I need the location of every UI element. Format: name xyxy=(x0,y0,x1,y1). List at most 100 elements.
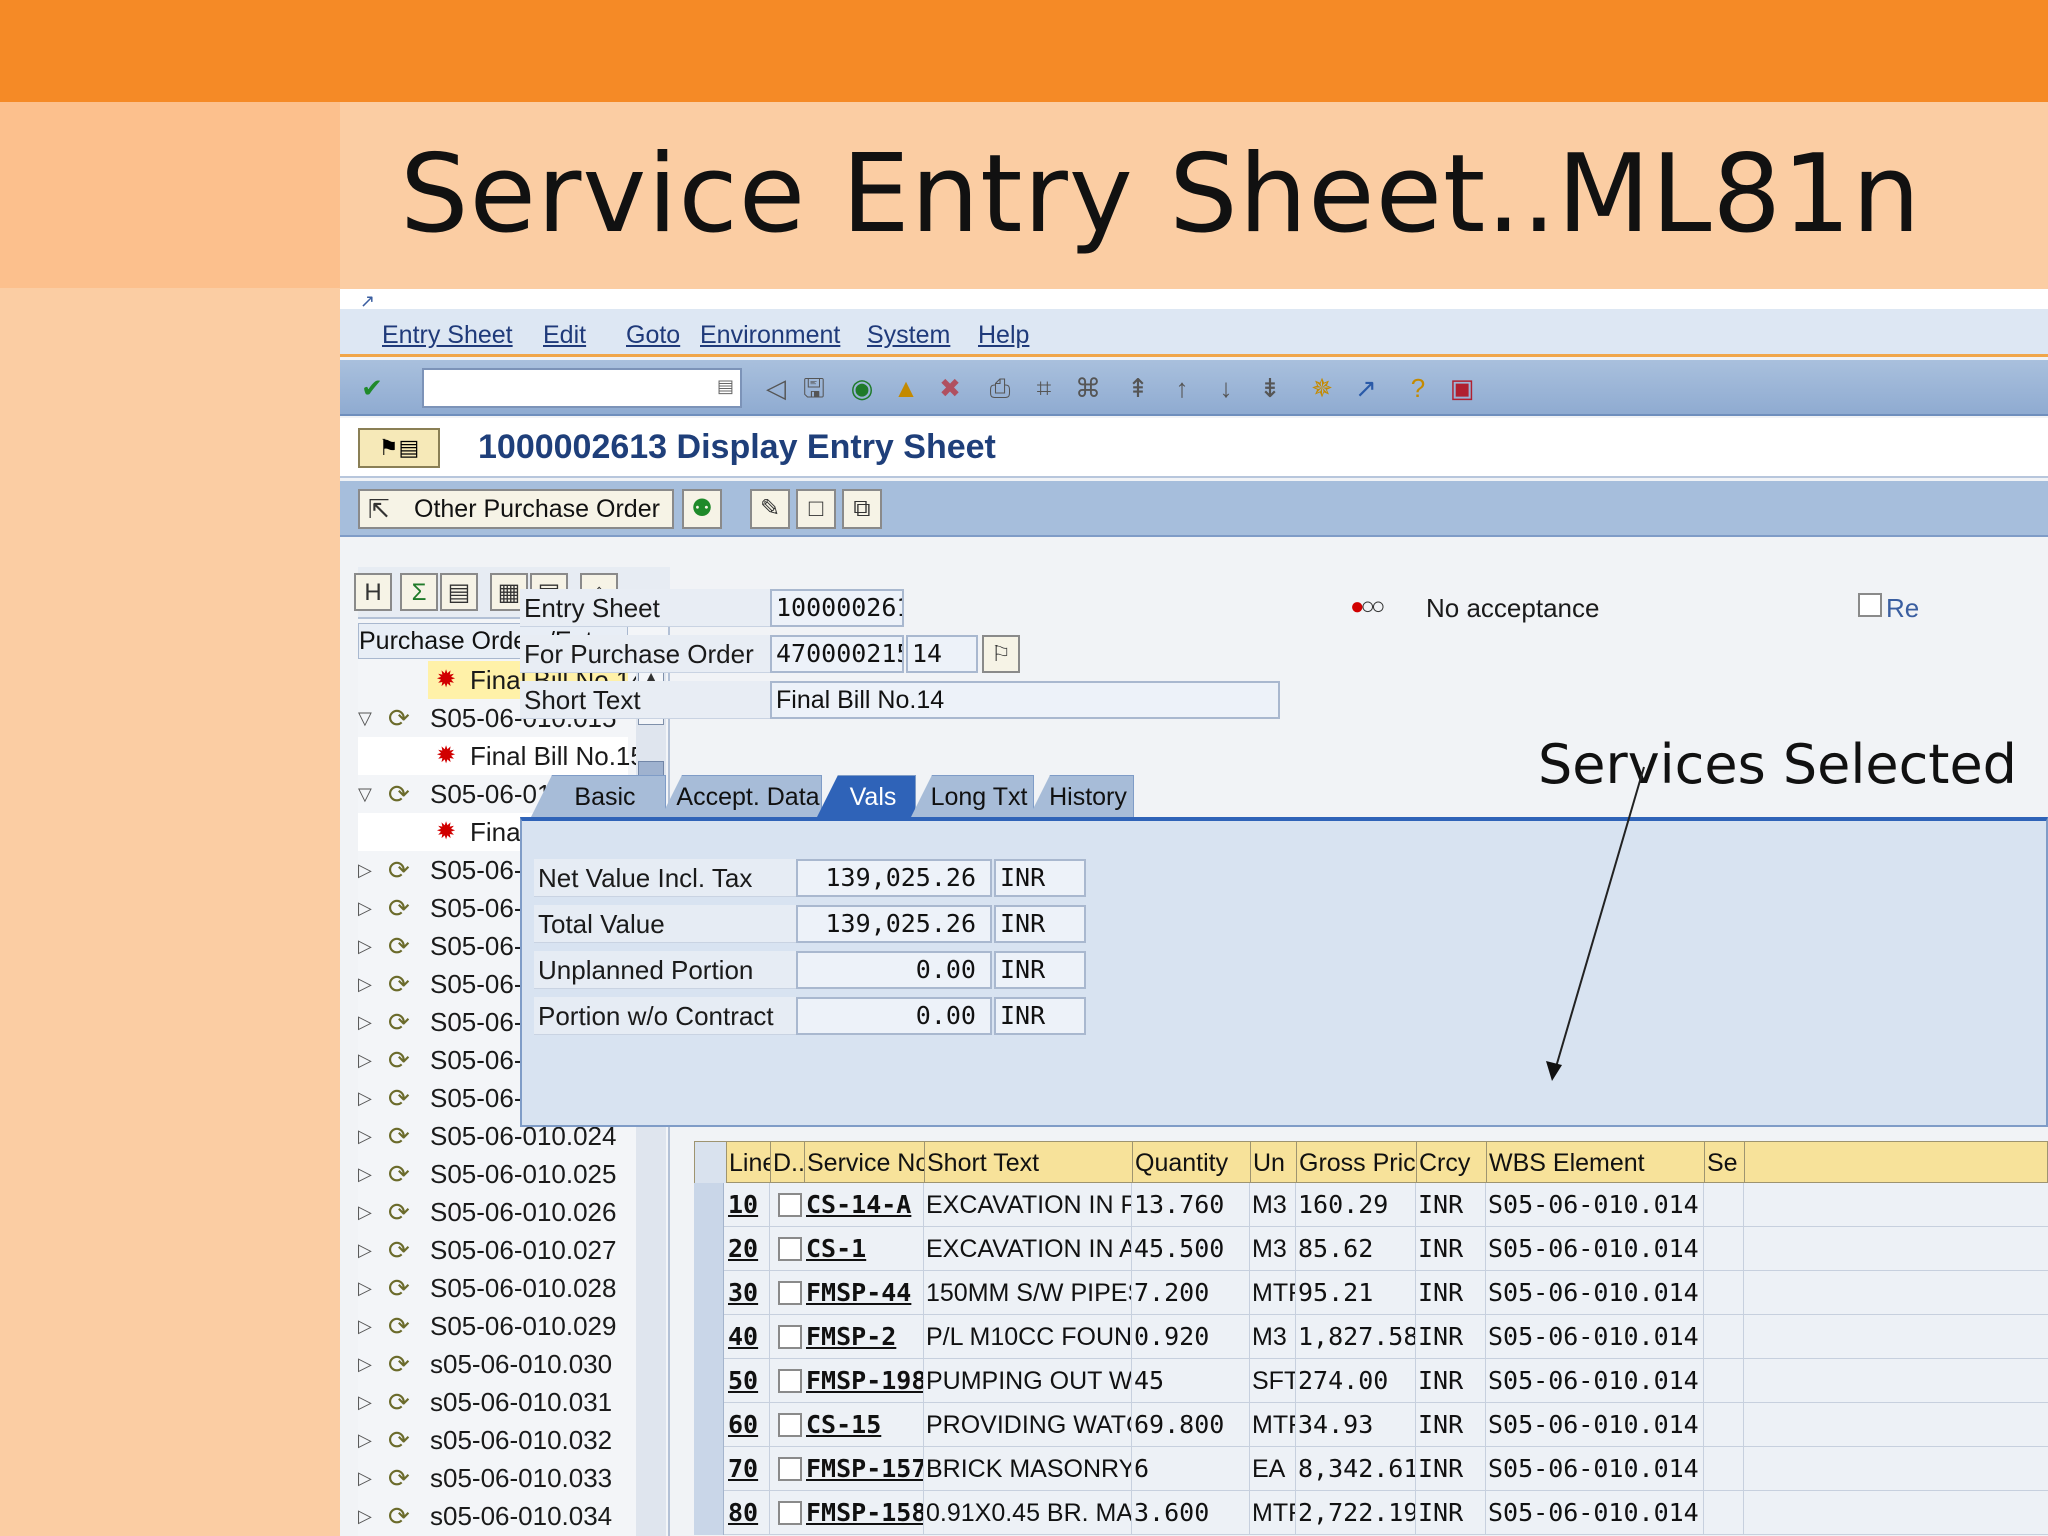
save-icon[interactable]: 🖫 xyxy=(798,372,830,404)
expand-icon[interactable]: ▷ xyxy=(358,1231,372,1269)
layout-menu-icon[interactable]: ▣ xyxy=(1446,372,1478,404)
expand-icon[interactable]: ▷ xyxy=(358,1345,372,1383)
new-session-icon[interactable]: ✵ xyxy=(1306,372,1338,404)
cell-service-no[interactable]: CS-1 xyxy=(804,1227,924,1271)
tab-vals[interactable]: Vals xyxy=(816,775,916,819)
cell-service-no[interactable]: FMSP-198 xyxy=(804,1359,924,1403)
re-checkbox[interactable] xyxy=(1858,593,1882,617)
value-amount-field[interactable]: 0.00 xyxy=(796,997,992,1035)
expand-icon[interactable]: ▷ xyxy=(358,889,372,927)
value-amount-field[interactable]: 0.00 xyxy=(796,951,992,989)
col-unit[interactable]: Un xyxy=(1251,1142,1297,1184)
cancel-icon[interactable]: ✖ xyxy=(934,372,966,404)
menu-environment[interactable]: Environment xyxy=(700,321,840,350)
row-selector[interactable] xyxy=(694,1183,724,1227)
value-currency-field[interactable]: INR xyxy=(994,859,1086,897)
value-currency-field[interactable]: INR xyxy=(994,951,1086,989)
help-icon[interactable]: ? xyxy=(1402,372,1434,404)
tree-po-item-node[interactable]: ▷ ⟳ S05-06-010.028 xyxy=(358,1269,628,1307)
deletion-checkbox[interactable] xyxy=(778,1325,802,1349)
cell-service-no[interactable]: FMSP-158 xyxy=(804,1491,924,1535)
menu-entry-sheet[interactable]: Entry Sheet xyxy=(382,321,513,350)
select-all-cell[interactable] xyxy=(695,1142,727,1184)
menu-help[interactable]: Help xyxy=(978,321,1029,350)
cell-service-no[interactable]: FMSP-2 xyxy=(804,1315,924,1359)
col-gross-price[interactable]: Gross Price xyxy=(1297,1142,1417,1184)
status-lights-button[interactable]: ⚉ xyxy=(682,489,722,529)
col-line[interactable]: Line xyxy=(727,1142,771,1184)
table-row[interactable]: 40 FMSP-2P/L M10CC FOUNDN FUL0.920M31,827… xyxy=(694,1315,2048,1359)
services-for-object-icon[interactable]: ⚑▤ xyxy=(358,428,440,468)
back-arrow-icon[interactable]: ◁ xyxy=(760,372,792,404)
col-service-no[interactable]: Service No. xyxy=(805,1142,925,1184)
exit-icon[interactable]: ▲ xyxy=(890,372,922,404)
tree-po-item-node[interactable]: ▷ ⟳ S05-06-010.027 xyxy=(358,1231,628,1269)
col-short-text[interactable]: Short Text xyxy=(925,1142,1133,1184)
table-row[interactable]: 30 FMSP-44150MM S/W PIPES7.200MTR95.21INR… xyxy=(694,1271,2048,1315)
table-row[interactable]: 20 CS-1EXCAVATION IN ALL TY45.500M385.62I… xyxy=(694,1227,2048,1271)
value-amount-field[interactable]: 139,025.26 xyxy=(796,859,992,897)
table-row[interactable]: 50 FMSP-198PUMPING OUT WATER F45SFT274.00… xyxy=(694,1359,2048,1403)
po-display-icon[interactable]: ⚐ xyxy=(982,635,1020,673)
other-purchase-order-button[interactable]: ⇱ Other Purchase Order xyxy=(358,489,674,529)
expand-icon[interactable]: ▷ xyxy=(358,927,372,965)
collapse-icon[interactable]: ▽ xyxy=(358,699,372,737)
col-deletion[interactable]: D... xyxy=(771,1142,805,1184)
menu-edit[interactable]: Edit xyxy=(543,321,586,350)
tab-accept-data[interactable]: Accept. Data xyxy=(660,775,822,819)
table-row[interactable]: 70 FMSP-157BRICK MASONRY RECT.6EA8,342.61… xyxy=(694,1447,2048,1491)
deletion-checkbox[interactable] xyxy=(778,1237,802,1261)
row-selector[interactable] xyxy=(694,1227,724,1271)
deletion-checkbox[interactable] xyxy=(778,1457,802,1481)
next-page-icon[interactable]: ↓ xyxy=(1210,372,1242,404)
command-field[interactable]: ▤ xyxy=(422,368,742,408)
expand-icon[interactable]: ▷ xyxy=(358,1497,372,1535)
edit-pencil-button[interactable]: ✎ xyxy=(750,489,790,529)
expand-icon[interactable]: ▷ xyxy=(358,1155,372,1193)
po-number-field[interactable]: 4700002157 xyxy=(770,635,904,673)
expand-icon[interactable]: ▷ xyxy=(358,1193,372,1231)
tree-detail-button[interactable]: H xyxy=(354,573,392,611)
cell-service-no[interactable]: FMSP-157 xyxy=(804,1447,924,1491)
tree-po-item-node[interactable]: ▷ ⟳ s05-06-010.032 xyxy=(358,1421,628,1459)
tree-po-item-node[interactable]: ▷ ⟳ S05-06-010.025 xyxy=(358,1155,628,1193)
value-currency-field[interactable]: INR xyxy=(994,997,1086,1035)
tree-po-item-node[interactable]: ▷ ⟳ S05-06-010.029 xyxy=(358,1307,628,1345)
previous-page-icon[interactable]: ↑ xyxy=(1166,372,1198,404)
row-selector[interactable] xyxy=(694,1403,724,1447)
tree-po-item-node[interactable]: ▷ ⟳ s05-06-010.034 xyxy=(358,1497,628,1535)
cell-line[interactable]: 10 xyxy=(726,1183,770,1227)
menu-system[interactable]: System xyxy=(867,321,950,350)
deletion-checkbox[interactable] xyxy=(778,1501,802,1525)
collapse-icon[interactable]: ▽ xyxy=(358,775,372,813)
entry-sheet-field[interactable]: 1000002613 xyxy=(770,589,904,627)
deletion-checkbox[interactable] xyxy=(778,1369,802,1393)
enter-icon[interactable]: ✔ xyxy=(356,372,388,404)
tree-po-item-node[interactable]: ▷ ⟳ S05-06-010.026 xyxy=(358,1193,628,1231)
print-icon[interactable]: ⎙ xyxy=(984,372,1016,404)
cell-line[interactable]: 70 xyxy=(726,1447,770,1491)
cell-service-no[interactable]: CS-14-A xyxy=(804,1183,924,1227)
table-row[interactable]: 60 CS-15PROVIDING WATCHING69.800MTR34.93I… xyxy=(694,1403,2048,1447)
po-item-field[interactable]: 14 xyxy=(906,635,978,673)
row-selector[interactable] xyxy=(694,1315,724,1359)
col-currency[interactable]: Crcy xyxy=(1417,1142,1487,1184)
last-page-icon[interactable]: ⇟ xyxy=(1254,372,1286,404)
col-se[interactable]: Se xyxy=(1705,1142,1745,1184)
tab-history[interactable]: History xyxy=(1028,775,1134,819)
cell-line[interactable]: 30 xyxy=(726,1271,770,1315)
cell-line[interactable]: 80 xyxy=(726,1491,770,1535)
table-row[interactable]: 10 CS-14-AEXCAVATION IN FOOTP13.760M3160.… xyxy=(694,1183,2048,1227)
col-quantity[interactable]: Quantity xyxy=(1133,1142,1251,1184)
expand-icon[interactable]: ▷ xyxy=(358,965,372,1003)
tree-po-item-node[interactable]: ▷ ⟳ s05-06-010.030 xyxy=(358,1345,628,1383)
value-currency-field[interactable]: INR xyxy=(994,905,1086,943)
cell-service-no[interactable]: CS-15 xyxy=(804,1403,924,1447)
tab-long-txt[interactable]: Long Txt xyxy=(910,775,1034,819)
row-selector[interactable] xyxy=(694,1359,724,1403)
expand-icon[interactable]: ▷ xyxy=(358,851,372,889)
find-icon[interactable]: ⌗ xyxy=(1028,372,1060,404)
cell-line[interactable]: 60 xyxy=(726,1403,770,1447)
row-selector[interactable] xyxy=(694,1271,724,1315)
deletion-checkbox[interactable] xyxy=(778,1193,802,1217)
